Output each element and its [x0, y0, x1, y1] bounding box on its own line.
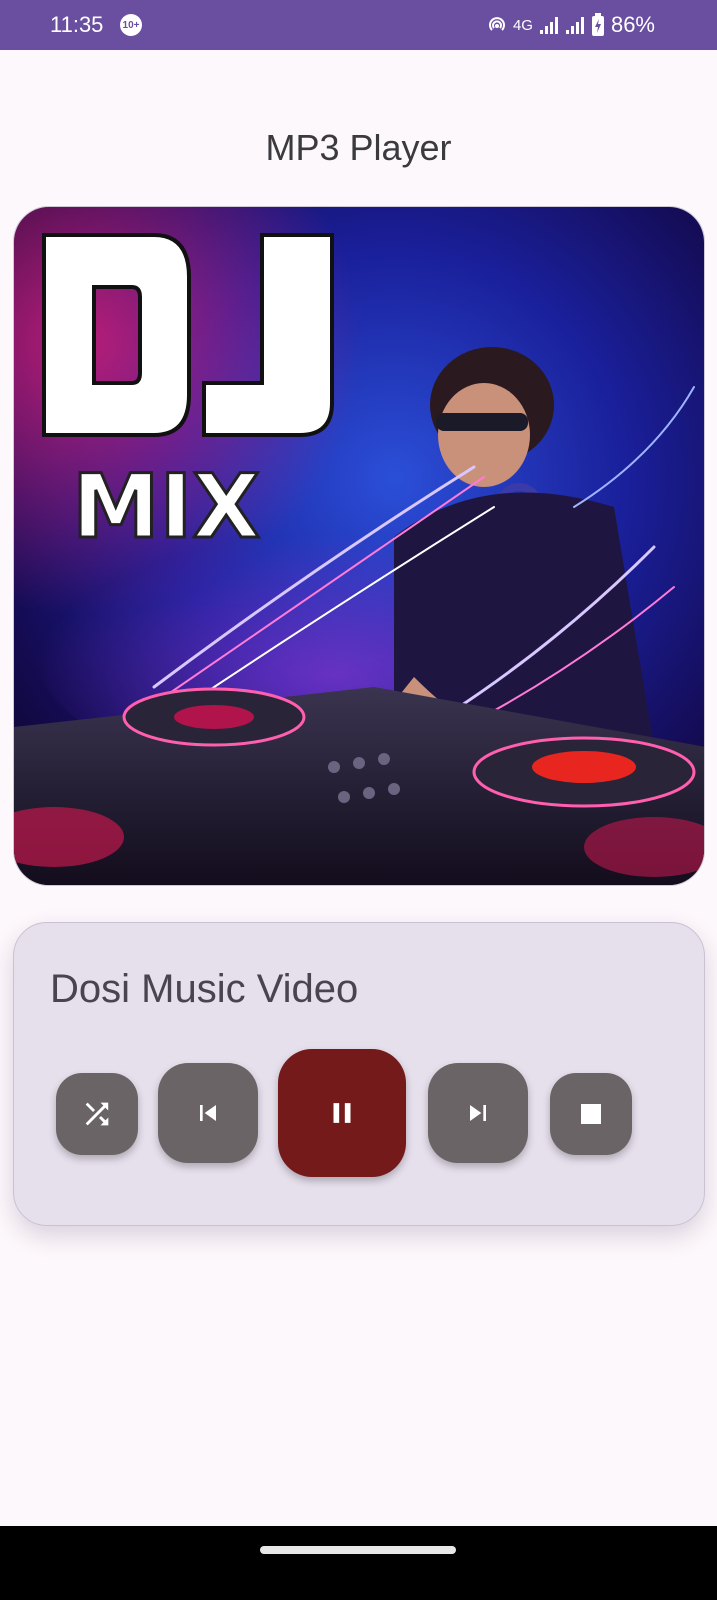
status-bar: 11:35 10+ 4G 86% [0, 0, 717, 50]
hotspot-icon [489, 17, 505, 31]
stop-button[interactable] [550, 1073, 632, 1155]
notification-badge: 10+ [120, 14, 142, 36]
track-title: Dosi Music Video [50, 967, 359, 1011]
shuffle-icon [85, 1102, 109, 1126]
status-indicators: 4G 86% [487, 12, 655, 38]
skip-next-icon [470, 1105, 486, 1121]
skip-previous-icon [200, 1105, 216, 1121]
status-time: 11:35 [50, 12, 104, 37]
battery-icon [591, 13, 604, 36]
signal-icon-2 [565, 17, 584, 34]
page-title: MP3 Player [265, 127, 452, 168]
mix-text: MIX [72, 455, 260, 558]
network-type: 4G [512, 16, 533, 34]
player-card: Dosi Music Video [13, 922, 705, 1226]
stop-icon [581, 1104, 601, 1124]
battery-level: 86% [610, 12, 655, 37]
home-gesture-handle[interactable] [260, 1546, 456, 1554]
navigation-bar [0, 1526, 717, 1600]
pause-button[interactable] [278, 1049, 406, 1177]
next-button[interactable] [428, 1063, 528, 1163]
previous-button[interactable] [158, 1063, 258, 1163]
signal-icon [539, 17, 558, 34]
shuffle-button[interactable] [56, 1073, 138, 1155]
pause-icon [333, 1103, 351, 1123]
album-art: MIX [13, 206, 705, 886]
